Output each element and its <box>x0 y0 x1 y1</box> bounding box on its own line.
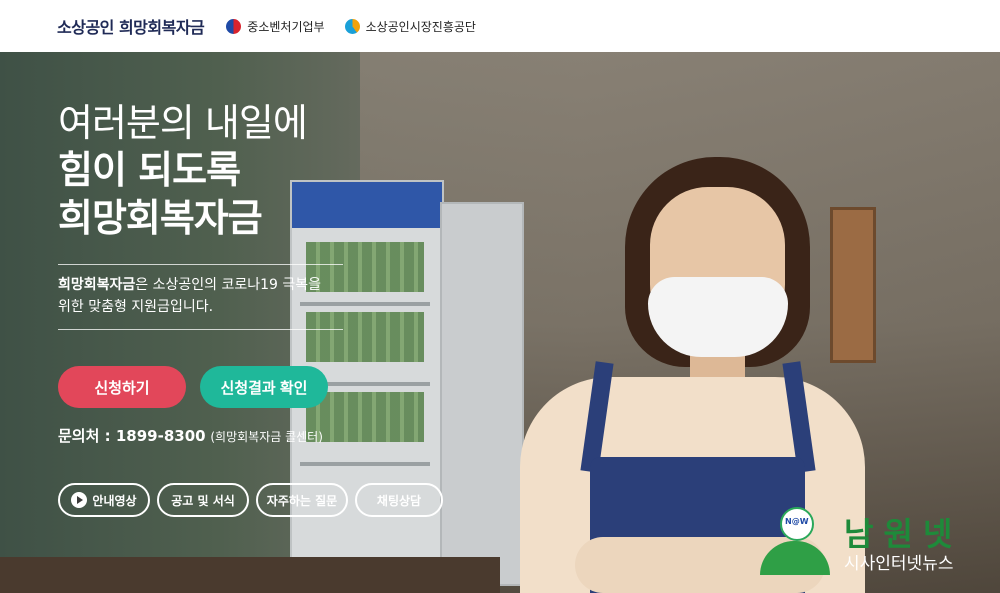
desc-divider-bottom <box>58 329 343 330</box>
ministry-name-semas: 소상공인시장진흥공단 <box>365 19 476 34</box>
guide-video-button[interactable]: 안내영상 <box>58 483 150 517</box>
apply-button[interactable]: 신청하기 <box>58 366 186 408</box>
hero-description: 희망회복자금은 소상공인의 코로나19 극복을 위한 맞춤형 지원금입니다. <box>58 274 321 318</box>
contact-phone: 문의처 : 1899-8300 <box>58 427 206 445</box>
background-cabinet <box>440 202 524 586</box>
play-icon <box>71 492 88 508</box>
watermark-logo: N@W 남원넷 시사인터넷뉴스 <box>760 507 1000 587</box>
watermark-badge: N@W <box>785 517 809 526</box>
check-result-button[interactable]: 신청결과 확인 <box>200 366 328 408</box>
semas-icon <box>344 18 360 34</box>
site-header: 소상공인 희망회복자금 중소벤처기업부 소상공인시장진흥공단 <box>0 0 1000 53</box>
ministry-logo-semas[interactable]: 소상공인시장진흥공단 <box>344 18 476 35</box>
headline-line-2: 힘이 되도록 <box>58 148 241 192</box>
hill-icon <box>760 541 830 575</box>
headline-line-1: 여러분의 내일에 <box>58 101 308 145</box>
desc-divider-top <box>58 264 343 265</box>
faq-label: 자주하는 질문 <box>266 493 338 508</box>
desc-rest: 은 소상공인의 코로나19 극복을 <box>135 277 322 293</box>
desc-line-2: 위한 맞춤형 지원금입니다. <box>58 299 214 315</box>
hero-headline: 여러분의 내일에 힘이 되도록 희망회복자금 <box>58 100 308 242</box>
taegeuk-icon <box>226 18 242 34</box>
contact-info: 문의처 : 1899-8300 (희망회복자금 콜센터) <box>58 425 323 446</box>
chat-consult-label: 채팅상담 <box>376 493 422 508</box>
chat-consult-button[interactable]: 채팅상담 <box>355 483 443 517</box>
guide-video-label: 안내영상 <box>92 493 137 508</box>
background-table <box>0 557 500 593</box>
desc-strong: 희망회복자금 <box>58 277 136 293</box>
watermark-subtitle: 시사인터넷뉴스 <box>844 554 954 574</box>
globe-icon: N@W <box>780 507 814 541</box>
site-brand-logo[interactable]: 소상공인 희망회복자금 <box>57 14 205 38</box>
ministry-name-mss: 중소벤처기업부 <box>247 19 325 34</box>
notice-forms-button[interactable]: 공고 및 서식 <box>157 483 249 517</box>
ministry-logo-mss[interactable]: 중소벤처기업부 <box>226 18 325 35</box>
notice-forms-label: 공고 및 서식 <box>171 493 235 508</box>
faq-button[interactable]: 자주하는 질문 <box>256 483 348 517</box>
headline-line-3: 희망회복자금 <box>58 196 263 240</box>
contact-callcenter: (희망회복자금 콜센터) <box>210 430 323 444</box>
